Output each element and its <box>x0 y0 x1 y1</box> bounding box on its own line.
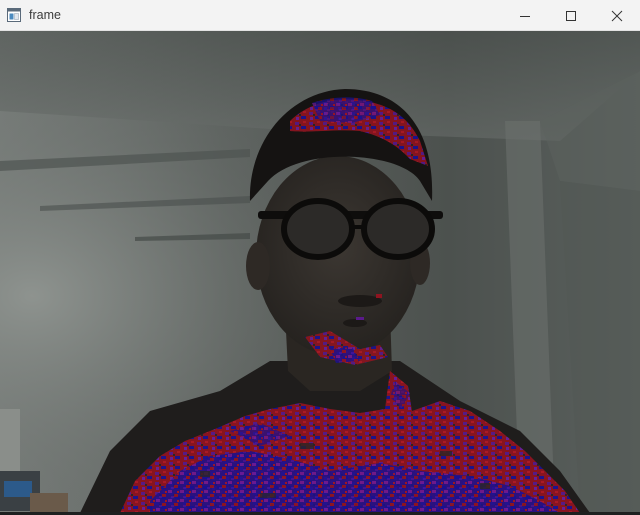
window-app-icon <box>7 8 21 22</box>
minimize-icon <box>520 15 530 17</box>
maximize-icon <box>566 10 576 21</box>
video-frame <box>0 31 640 513</box>
close-button[interactable] <box>594 0 640 31</box>
title-bar[interactable]: frame <box>0 0 640 31</box>
window-title: frame <box>29 8 61 22</box>
minimize-button[interactable] <box>502 0 548 31</box>
frame-window: frame <box>0 0 640 515</box>
webcam-frame-image <box>0 31 640 513</box>
maximize-button[interactable] <box>548 0 594 31</box>
close-icon <box>611 10 623 21</box>
